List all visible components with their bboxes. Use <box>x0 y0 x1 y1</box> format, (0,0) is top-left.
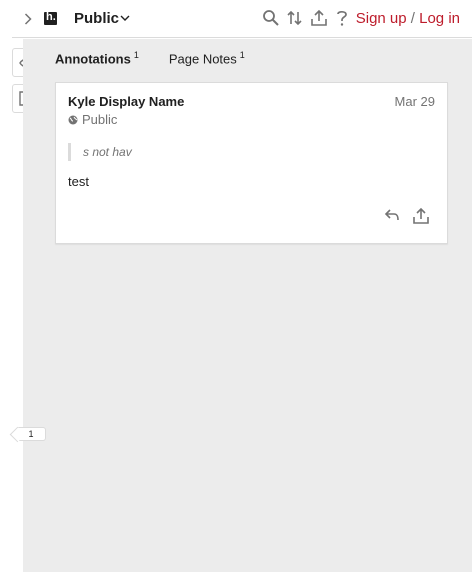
tab-annotations[interactable]: Annotations 1 <box>55 50 139 70</box>
sidebar-tabs: Annotations 1 Page Notes 1 <box>55 50 245 70</box>
hypothesis-logo[interactable]: h. <box>44 11 57 25</box>
annotation-share-icon[interactable] <box>412 207 430 225</box>
annotation-visibility: Public <box>68 112 117 127</box>
tab-page-notes[interactable]: Page Notes 1 <box>169 50 245 70</box>
bucket-count: 1 <box>28 429 34 439</box>
tab-label: Page Notes <box>168 51 237 67</box>
chevron-right-icon <box>24 13 32 25</box>
help-icon[interactable] <box>334 9 350 27</box>
tab-count: 1 <box>133 50 139 60</box>
chevron-down-icon[interactable] <box>120 12 130 24</box>
auth-links: Sign up / Log in <box>356 10 460 27</box>
annotation-card[interactable]: Kyle Display Name Mar 29 Public s not ha… <box>55 82 448 244</box>
annotation-date[interactable]: Mar 29 <box>395 94 435 109</box>
search-icon[interactable] <box>262 9 280 27</box>
annotation-author[interactable]: Kyle Display Name <box>68 94 184 109</box>
log-in-link[interactable]: Log in <box>419 10 460 27</box>
annotation-bucket[interactable]: 1 <box>17 427 46 441</box>
sign-up-link[interactable]: Sign up <box>356 10 407 27</box>
reply-icon[interactable] <box>384 207 400 223</box>
sidebar-toggle-button[interactable] <box>18 8 38 30</box>
left-gutter <box>0 0 12 572</box>
auth-separator: / <box>410 10 415 27</box>
group-name[interactable]: Public <box>74 10 119 27</box>
annotation-body: test <box>68 174 89 189</box>
visibility-label: Public <box>82 112 118 127</box>
annotation-quote: s not hav <box>68 143 132 161</box>
globe-icon <box>68 115 78 124</box>
share-icon[interactable] <box>310 9 328 27</box>
tab-count: 1 <box>239 50 245 60</box>
tab-label: Annotations <box>55 51 131 67</box>
sort-icon[interactable] <box>286 9 304 27</box>
